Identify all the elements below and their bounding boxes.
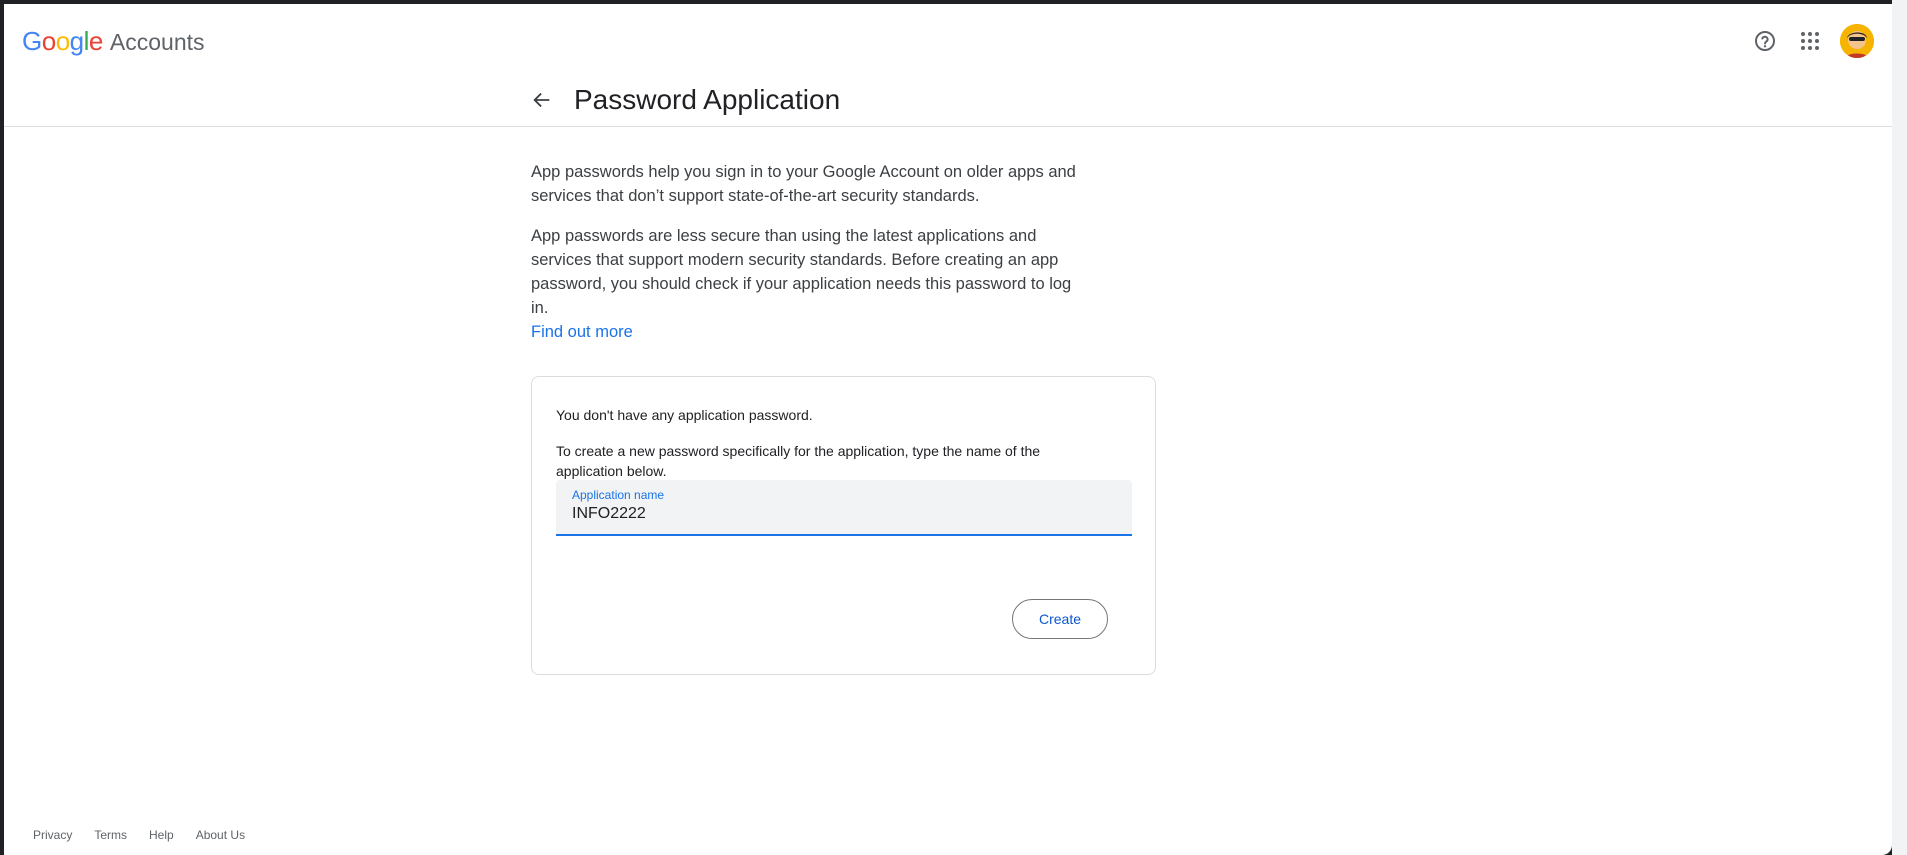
footer-link-terms[interactable]: Terms (94, 828, 127, 842)
header-divider (4, 126, 1892, 127)
help-button[interactable] (1745, 21, 1785, 61)
window-edge (1892, 0, 1907, 855)
apps-grid-icon (1801, 32, 1819, 50)
create-button[interactable]: Create (1012, 599, 1108, 639)
help-circle-icon (1755, 31, 1775, 51)
description: App passwords help you sign in to your G… (531, 160, 1086, 344)
product-name: Accounts (109, 29, 205, 55)
google-accounts-logo[interactable]: Google Accounts (22, 26, 205, 57)
application-name-field[interactable]: Application name (556, 480, 1132, 536)
footer-link-help[interactable]: Help (149, 828, 174, 842)
footer-link-about-us[interactable]: About Us (196, 828, 245, 842)
apps-button[interactable] (1790, 21, 1830, 61)
create-instructions: To create a new password specifically fo… (556, 443, 1041, 479)
arrow-back-icon (533, 92, 550, 108)
avatar-image (1840, 24, 1874, 58)
application-name-label: Application name (572, 488, 665, 502)
page-heading: Password Application (524, 76, 840, 124)
intro-paragraph-1: App passwords help you sign in to your G… (531, 163, 1076, 205)
header-actions (1740, 21, 1874, 61)
find-out-more-link[interactable]: Find out more (531, 320, 633, 344)
footer-link-privacy[interactable]: Privacy (33, 828, 72, 842)
no-passwords-message: You don't have any application password. (556, 407, 813, 423)
page-title: Password Application (574, 84, 841, 115)
footer: Privacy Terms Help About Us (33, 828, 267, 842)
intro-paragraph-2: App passwords are less secure than using… (531, 227, 1072, 317)
account-avatar[interactable] (1840, 24, 1874, 58)
app-password-card: You don't have any application password.… (531, 376, 1156, 675)
application-name-input[interactable] (572, 505, 1112, 523)
back-button[interactable] (524, 82, 560, 118)
browser-page: Google Accounts Password Application App… (4, 4, 1892, 855)
header: Google Accounts (4, 4, 1892, 72)
